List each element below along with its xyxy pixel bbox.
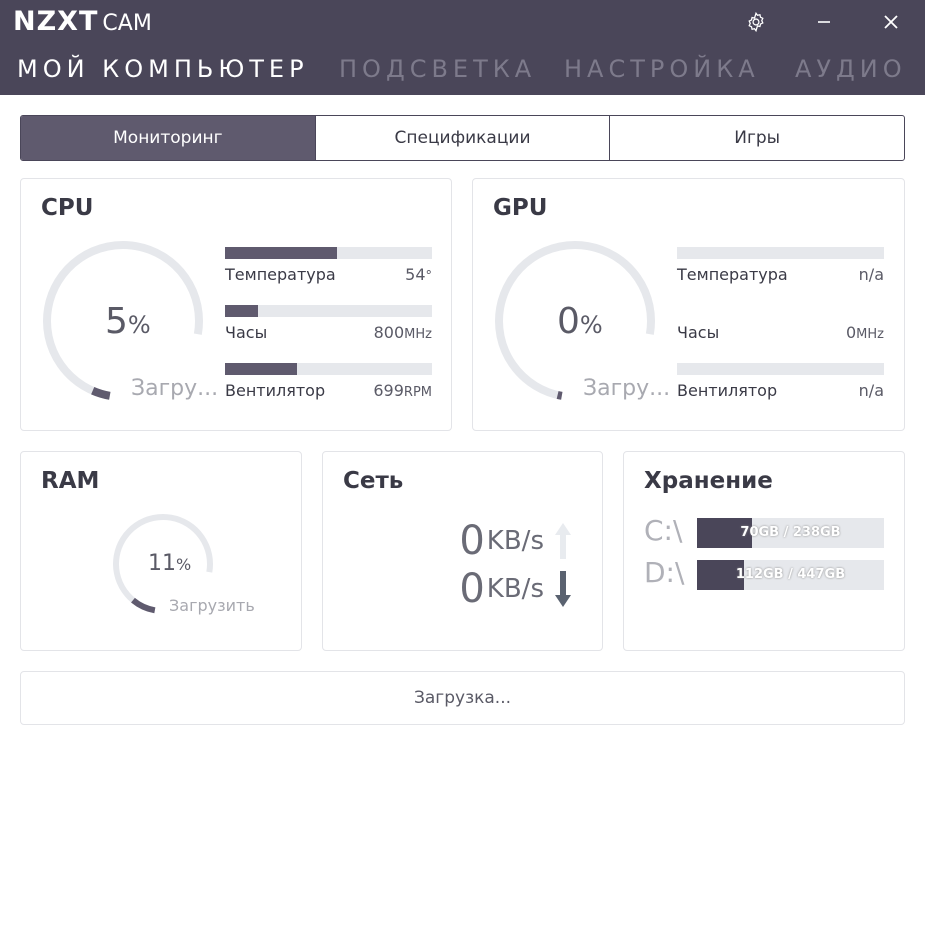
gpu-fan-value: n/a [858, 381, 884, 400]
main-nav: МОЙ КОМПЬЮТЕР ПОДСВЕТКА НАСТРОЙКА АУДИО [0, 55, 925, 87]
gpu-load-gauge: 0% Загру... [493, 239, 670, 403]
gpu-clock-bar [677, 305, 884, 317]
gpu-fan-stat: Вентилятор n/a [677, 363, 884, 400]
cpu-load-label: Загру... [131, 376, 219, 401]
nav-audio[interactable]: АУДИО [795, 55, 907, 83]
gpu-title: GPU [493, 195, 548, 221]
gpu-clock-stat: Часы 0MHz [677, 305, 884, 342]
ram-load-value: 11% [148, 551, 192, 576]
gpu-clock-label: Часы [677, 323, 720, 342]
settings-button[interactable] [742, 8, 770, 36]
cpu-load-value: 5% [105, 301, 151, 342]
nav-my-computer[interactable]: МОЙ КОМПЬЮТЕР [17, 55, 309, 83]
storage-title: Хранение [644, 468, 773, 494]
cpu-fan-label: Вентилятор [225, 381, 326, 400]
tab-monitoring[interactable]: Мониторинг [21, 116, 315, 160]
gpu-fan-label: Вентилятор [677, 381, 778, 400]
gpu-temp-label: Температура [677, 265, 788, 284]
gear-icon [748, 11, 764, 33]
cpu-clock-bar [225, 305, 432, 317]
gauge-fill [91, 386, 111, 400]
drive-d-usage: 112GB / 447GB [735, 567, 846, 582]
brand-name: NZXT [13, 6, 99, 37]
gpu-temp-bar [677, 247, 884, 259]
download-unit: KB/s [486, 574, 544, 604]
drive-d-bar: 112GB / 447GB [697, 560, 884, 590]
ram-title: RAM [41, 468, 100, 494]
close-button[interactable] [877, 8, 905, 36]
network-title: Сеть [343, 468, 404, 494]
cpu-fan-value: 699RPM [373, 381, 432, 400]
nav-lighting[interactable]: ПОДСВЕТКА [339, 55, 536, 83]
drive-c: C:\ 70GB / 238GB [644, 514, 884, 550]
arrow-down-icon [555, 571, 571, 607]
product-name: CAM [102, 11, 152, 36]
gpu-temp-value: n/a [858, 265, 884, 284]
gpu-fan-bar [677, 363, 884, 375]
gpu-load-label: Загру... [583, 376, 671, 401]
arrow-up-icon [555, 523, 571, 559]
gauge-fill [556, 391, 563, 400]
upload-speed: 0 KB/s [459, 518, 572, 564]
nav-settings[interactable]: НАСТРОЙКА [564, 55, 760, 83]
subtabs: Мониторинг Спецификации Игры [20, 115, 905, 161]
gpu-load-value: 0% [557, 301, 603, 342]
drive-c-letter: C:\ [644, 514, 683, 547]
title-bar: NZXT CAM МОЙ КОМПЬЮТЕР ПОДСВЕТКА НАСТРОЙК… [0, 0, 925, 95]
ram-load-label: Загрузить [169, 596, 255, 615]
gpu-card: GPU 0% Загру... Температура n/a Часы 0MHz … [472, 178, 905, 431]
upload-unit: KB/s [486, 526, 544, 556]
storage-card: Хранение C:\ 70GB / 238GB D:\ 112GB / 44… [623, 451, 905, 651]
download-speed: 0 KB/s [459, 566, 572, 612]
drive-d: D:\ 112GB / 447GB [644, 556, 884, 592]
cpu-temp-stat: Температура 54° [225, 247, 432, 284]
upload-value: 0 [459, 518, 485, 564]
ram-card: RAM 11% Загрузить [20, 451, 302, 651]
cpu-temp-bar [225, 247, 432, 259]
loading-status: Загрузка... [20, 671, 905, 725]
tab-specifications[interactable]: Спецификации [314, 116, 610, 160]
cpu-temp-value: 54° [405, 265, 432, 284]
close-icon [884, 15, 898, 29]
ram-load-gauge: 11% Загрузить [111, 512, 255, 616]
gauge-fill [131, 597, 156, 614]
gpu-clock-value: 0MHz [845, 323, 884, 342]
minimize-icon [818, 21, 830, 23]
tab-games[interactable]: Игры [609, 116, 904, 160]
minimize-button[interactable] [810, 8, 838, 36]
cpu-fan-stat: Вентилятор 699RPM [225, 363, 432, 400]
network-card: Сеть 0 KB/s 0 KB/s [322, 451, 603, 651]
drive-d-letter: D:\ [644, 556, 685, 589]
cpu-clock-value: 800MHz [373, 323, 432, 342]
download-value: 0 [459, 566, 485, 612]
cpu-card: CPU 5% Загру... Температура 54° Часы 800MH… [20, 178, 452, 431]
cpu-fan-bar [225, 363, 432, 375]
cpu-clock-stat: Часы 800MHz [225, 305, 432, 342]
drive-c-bar: 70GB / 238GB [697, 518, 884, 548]
drive-c-usage: 70GB / 238GB [740, 525, 841, 540]
cpu-load-gauge: 5% Загру... [41, 239, 218, 403]
cpu-title: CPU [41, 195, 94, 221]
app-logo: NZXT CAM [13, 6, 152, 37]
cpu-clock-label: Часы [225, 323, 268, 342]
gpu-temp-stat: Температура n/a [677, 247, 884, 284]
cpu-temp-label: Температура [225, 265, 336, 284]
